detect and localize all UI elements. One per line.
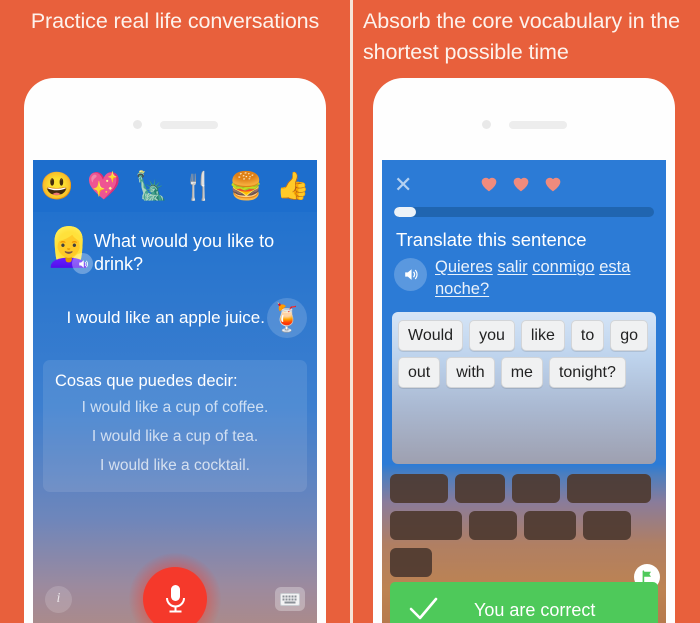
heart-icon <box>542 172 564 194</box>
prompt-word[interactable]: noche? <box>435 280 489 298</box>
page-title: Translate this sentence <box>396 229 587 250</box>
right-promo-panel: Absorb the core vocabulary in the shorte… <box>350 0 700 623</box>
hamburger-emoji[interactable]: 🍔 <box>229 172 263 200</box>
word-tile[interactable]: me <box>500 357 543 388</box>
bank-tile[interactable] <box>469 511 517 540</box>
fork-and-knife-emoji[interactable]: 🍴 <box>182 172 216 200</box>
close-icon[interactable]: ✕ <box>394 174 418 196</box>
word-tile[interactable]: you <box>469 320 515 351</box>
prompt-sentence-row: Quieres salir conmigo esta noche? <box>394 254 654 312</box>
grinning-face-emoji[interactable]: 😃 <box>40 172 74 200</box>
left-phone-screen: 😃 💖 🗽 🍴 🍔 👍 👱‍♀️ <box>33 160 317 623</box>
earpiece-speaker-icon <box>508 120 567 129</box>
bank-tile[interactable] <box>455 474 505 503</box>
word-tile[interactable]: out <box>398 357 441 388</box>
thumbs-up-emoji[interactable]: 👍 <box>276 172 310 200</box>
suggestions-title: Cosas que puedes decir: <box>55 372 238 390</box>
bank-tile[interactable] <box>583 511 631 540</box>
conversation-area: 👱‍♀️ What would you like to drink? <box>33 212 317 623</box>
right-headline: Absorb the core vocabulary in the shorte… <box>363 9 680 64</box>
word-tile[interactable]: tonight? <box>548 357 626 388</box>
prompt-word[interactable]: esta <box>599 258 630 276</box>
answer-tiles: Would you like to go out with me tonight… <box>398 320 650 388</box>
camera-dot-icon <box>481 120 491 129</box>
user-message-row: I would like an apple juice. 🍹 <box>33 276 317 338</box>
word-bank-row <box>390 474 658 503</box>
input-toolbar: i <box>33 553 317 623</box>
topic-emoji-bar[interactable]: 😃 💖 🗽 🍴 🍔 👍 <box>33 160 317 212</box>
left-promo-panel: Practice real life conversations 😃 💖 🗽 🍴… <box>0 0 350 623</box>
right-phone-mockup: ✕ Translate this sentence Quieres salir … <box>373 78 675 623</box>
bank-tile[interactable] <box>524 511 576 540</box>
bank-tile[interactable] <box>390 511 462 540</box>
bank-tile[interactable] <box>390 548 432 577</box>
lesson-progress-bar <box>394 207 654 217</box>
camera-dot-icon <box>132 120 142 129</box>
tropical-drink-emoji: 🍹 <box>267 298 307 338</box>
lesson-status-row: ✕ <box>394 170 654 200</box>
suggestions-card: Cosas que puedes decir: I would like a c… <box>43 360 307 492</box>
word-bank-row <box>390 548 658 577</box>
feedback-banner: You are correct <box>390 582 658 623</box>
word-tile[interactable]: Would <box>398 320 464 351</box>
prompt-sentence: Quieres salir conmigo esta noche? <box>435 256 654 300</box>
phone-notch <box>24 120 326 129</box>
bot-message-text: What would you like to drink? <box>94 231 275 274</box>
word-tile[interactable]: go <box>610 320 649 351</box>
lives-hearts <box>478 172 564 194</box>
microphone-icon <box>166 585 185 613</box>
prompt-word[interactable]: conmigo <box>532 258 594 276</box>
prompt-word[interactable]: salir <box>497 258 527 276</box>
speaker-icon[interactable] <box>72 253 93 274</box>
speaker-icon[interactable] <box>394 258 427 291</box>
prompt-word[interactable]: Quieres <box>435 258 493 276</box>
microphone-glow <box>129 553 221 623</box>
progress-fill <box>394 207 417 217</box>
answer-area[interactable]: Would you like to go out with me tonight… <box>392 312 656 464</box>
bank-tile[interactable] <box>390 474 448 503</box>
lesson-header: ✕ Translate this sentence Quieres salir … <box>382 160 666 312</box>
speaker-glyph <box>78 259 88 268</box>
bank-tile[interactable] <box>567 474 651 503</box>
right-phone-screen: ✕ Translate this sentence Quieres salir … <box>382 160 666 623</box>
bank-tile[interactable] <box>512 474 560 503</box>
left-phone-mockup: 😃 💖 🗽 🍴 🍔 👍 👱‍♀️ <box>24 78 326 623</box>
keyboard-button[interactable] <box>275 587 305 611</box>
checkmark-icon <box>408 595 438 623</box>
speaker-glyph <box>405 269 418 280</box>
word-bank-row <box>390 511 658 540</box>
heart-icon <box>478 172 500 194</box>
word-tile[interactable]: to <box>570 320 605 351</box>
word-tile[interactable]: like <box>520 320 565 351</box>
word-tile[interactable]: with <box>446 357 495 388</box>
list-item[interactable]: I would like a cup of tea. <box>53 422 297 451</box>
sparkling-heart-emoji[interactable]: 💖 <box>87 172 121 200</box>
list-item[interactable]: I would like a cocktail. <box>53 451 297 480</box>
phone-notch <box>373 120 675 129</box>
word-bank-area: You are correct <box>382 464 666 623</box>
avatar: 👱‍♀️ <box>45 228 93 274</box>
left-headline: Practice real life conversations <box>30 9 320 33</box>
heart-icon <box>510 172 532 194</box>
microphone-button[interactable] <box>143 567 207 623</box>
promo-screenshot: Practice real life conversations 😃 💖 🗽 🍴… <box>0 0 700 623</box>
bot-message-row: 👱‍♀️ What would you like to drink? <box>33 212 317 276</box>
info-button[interactable]: i <box>45 585 72 613</box>
list-item[interactable]: I would like a cup of coffee. <box>53 393 297 422</box>
earpiece-speaker-icon <box>159 120 218 129</box>
feedback-text: You are correct <box>474 599 596 620</box>
statue-of-liberty-emoji[interactable]: 🗽 <box>135 172 169 200</box>
user-message-text: I would like an apple juice. <box>66 308 265 327</box>
keyboard-icon <box>280 592 300 606</box>
